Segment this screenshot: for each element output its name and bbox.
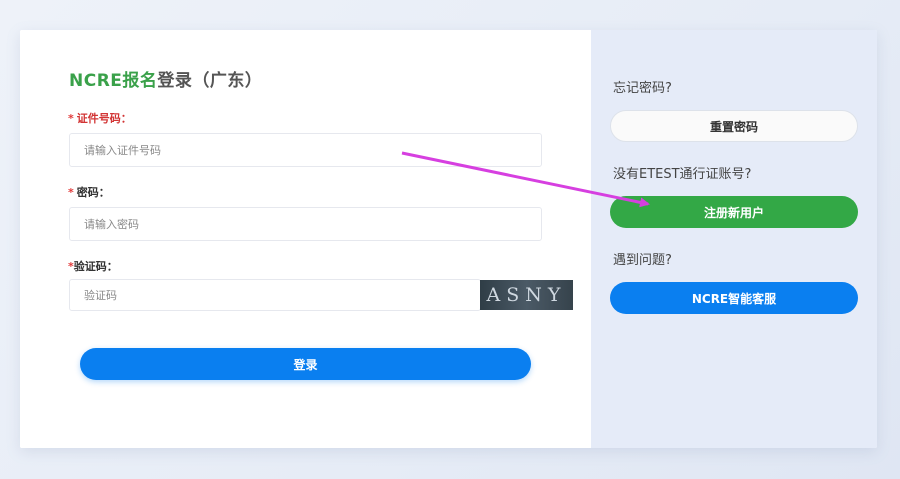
- problem-text: 遇到问题?: [613, 253, 672, 268]
- login-button[interactable]: 登录: [80, 348, 531, 380]
- password-placeholder: 请输入密码: [84, 218, 139, 231]
- login-card: NCRE报名登录（广东） * 证件号码： 请输入证件号码 * 密码： 请输入密码 *…: [20, 30, 877, 448]
- login-panel: NCRE报名登录（广东） * 证件号码： 请输入证件号码 * 密码： 请输入密码 *…: [20, 30, 591, 448]
- id-number-label-text: 证件号码：: [76, 112, 132, 125]
- id-number-label: * 证件号码：: [68, 110, 132, 126]
- side-panel: 忘记密码? 重置密码 没有ETEST通行证账号? 注册新用户 遇到问题? NCR…: [591, 30, 877, 448]
- required-star: *: [68, 186, 74, 199]
- title-rest: 登录（广东）: [157, 71, 263, 91]
- no-account-text: 没有ETEST通行证账号?: [613, 167, 752, 182]
- captcha-label-text: 验证码：: [73, 260, 118, 273]
- captcha-placeholder: 验证码: [84, 289, 117, 302]
- password-label: * 密码：: [68, 184, 110, 200]
- captcha-label: *验证码：: [68, 258, 118, 274]
- customer-service-button[interactable]: NCRE智能客服: [610, 282, 858, 314]
- password-input[interactable]: 请输入密码: [69, 207, 542, 241]
- id-number-input[interactable]: 请输入证件号码: [69, 133, 542, 167]
- page-title: NCRE报名登录（广东）: [69, 66, 262, 91]
- captcha-image[interactable]: ASNY: [480, 280, 573, 310]
- required-star: *: [68, 112, 74, 125]
- reset-password-button[interactable]: 重置密码: [610, 110, 858, 142]
- id-number-placeholder: 请输入证件号码: [84, 144, 161, 157]
- forgot-password-text: 忘记密码?: [613, 81, 672, 96]
- password-label-text: 密码：: [76, 186, 110, 199]
- title-highlight: NCRE报名: [69, 71, 158, 91]
- register-button[interactable]: 注册新用户: [610, 196, 858, 228]
- captcha-text: ASNY: [486, 284, 567, 306]
- captcha-input[interactable]: 验证码: [69, 279, 481, 311]
